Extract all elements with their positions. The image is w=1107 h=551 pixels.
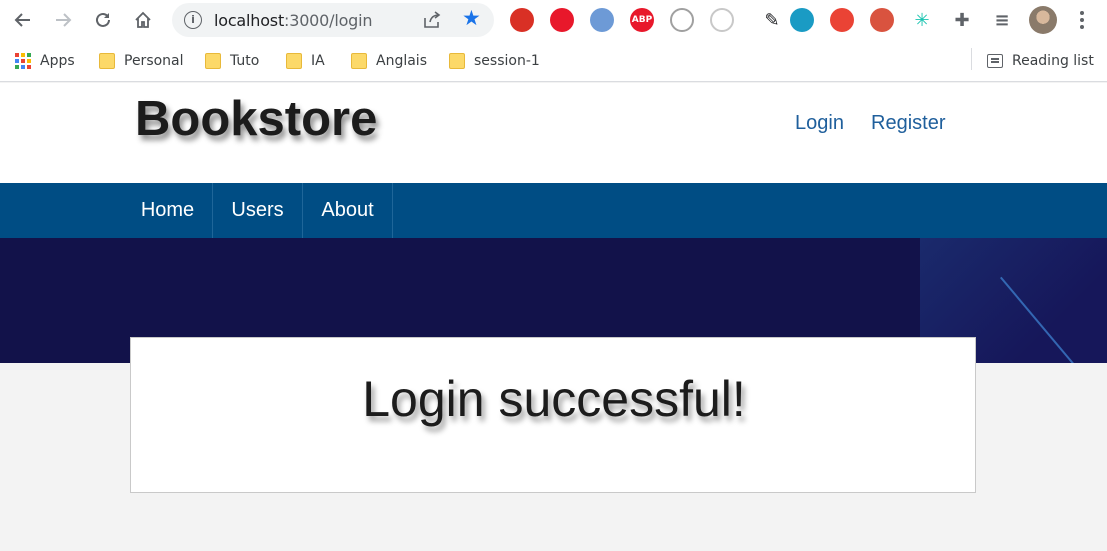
main-navbar: Home Users About bbox=[0, 183, 1107, 238]
bookmark-apps[interactable]: Apps bbox=[15, 50, 75, 72]
ext-red-icon[interactable] bbox=[510, 8, 534, 32]
browser-toolbar: i localhost:3000/login ★ ABP ✎ ✳ ✚ ≡ bbox=[0, 0, 1107, 40]
ext-blue-icon[interactable] bbox=[590, 8, 614, 32]
extension-label: ABP bbox=[631, 15, 653, 25]
bookmarks-bar: Apps Personal Tuto IA Anglais session-1 … bbox=[0, 40, 1107, 82]
ext-gray-icon[interactable] bbox=[670, 8, 694, 32]
url-host: localhost bbox=[214, 11, 285, 30]
bookmark-star-icon[interactable]: ★ bbox=[462, 8, 481, 30]
media-icon[interactable]: ≡ bbox=[990, 8, 1014, 32]
site-header: Bookstore Login Register bbox=[0, 83, 1107, 183]
ext-react-icon[interactable] bbox=[870, 8, 894, 32]
profile-avatar[interactable] bbox=[1029, 6, 1057, 34]
ext-snowflake-icon[interactable]: ✳ bbox=[910, 8, 934, 32]
eyedropper-icon[interactable]: ✎ bbox=[760, 8, 784, 32]
adblock-icon[interactable]: ABP bbox=[630, 8, 654, 32]
bookmark-label: Anglais bbox=[376, 53, 427, 69]
reading-list[interactable]: Reading list bbox=[987, 50, 1094, 72]
ext-circle-icon[interactable] bbox=[710, 8, 734, 32]
address-bar[interactable]: i localhost:3000/login ★ bbox=[172, 3, 494, 37]
folder-icon bbox=[205, 53, 221, 69]
back-icon[interactable] bbox=[9, 6, 37, 34]
apps-grid-icon bbox=[15, 53, 31, 69]
reading-list-icon bbox=[987, 54, 1003, 68]
folder-icon bbox=[99, 53, 115, 69]
ext-hand-icon[interactable] bbox=[550, 8, 574, 32]
puzzle-icon[interactable]: ✚ bbox=[950, 8, 974, 32]
message-card: Login successful! bbox=[130, 337, 976, 493]
bookmark-label: Tuto bbox=[230, 53, 260, 69]
success-message: Login successful! bbox=[362, 371, 746, 427]
bookmark-label: IA bbox=[311, 53, 325, 69]
home-icon[interactable] bbox=[129, 6, 157, 34]
web-page: Bookstore Login Register Home Users Abou… bbox=[0, 83, 1107, 551]
bookmark-ia[interactable]: IA bbox=[286, 50, 325, 72]
forward-icon[interactable] bbox=[49, 6, 77, 34]
bookmark-tuto[interactable]: Tuto bbox=[205, 50, 259, 72]
nav-users[interactable]: Users bbox=[213, 183, 303, 238]
login-link[interactable]: Login bbox=[795, 112, 844, 135]
bookmark-anglais[interactable]: Anglais bbox=[351, 50, 427, 72]
folder-icon bbox=[351, 53, 367, 69]
folder-icon bbox=[286, 53, 302, 69]
nav-about[interactable]: About bbox=[303, 183, 393, 238]
site-logo[interactable]: Bookstore bbox=[135, 91, 377, 147]
share-icon[interactable] bbox=[422, 10, 442, 30]
url-text: localhost:3000/login bbox=[214, 11, 373, 30]
bookmark-personal[interactable]: Personal bbox=[99, 50, 184, 72]
bookmark-session-1[interactable]: session-1 bbox=[449, 50, 540, 72]
bookmarks-divider bbox=[971, 48, 972, 70]
reload-icon[interactable] bbox=[89, 6, 117, 34]
menu-icon[interactable] bbox=[1074, 6, 1090, 34]
bookmark-label: Apps bbox=[40, 53, 75, 69]
ext-teal-icon[interactable] bbox=[790, 8, 814, 32]
register-link[interactable]: Register bbox=[871, 112, 945, 135]
ext-multicolor-icon[interactable] bbox=[830, 8, 854, 32]
site-info-icon[interactable]: i bbox=[184, 11, 202, 29]
bookmark-label: Personal bbox=[124, 53, 184, 69]
nav-home[interactable]: Home bbox=[123, 183, 213, 238]
reading-list-label: Reading list bbox=[1012, 53, 1094, 69]
url-path: :3000/login bbox=[284, 11, 373, 30]
folder-icon bbox=[449, 53, 465, 69]
bookmark-label: session-1 bbox=[474, 53, 540, 69]
